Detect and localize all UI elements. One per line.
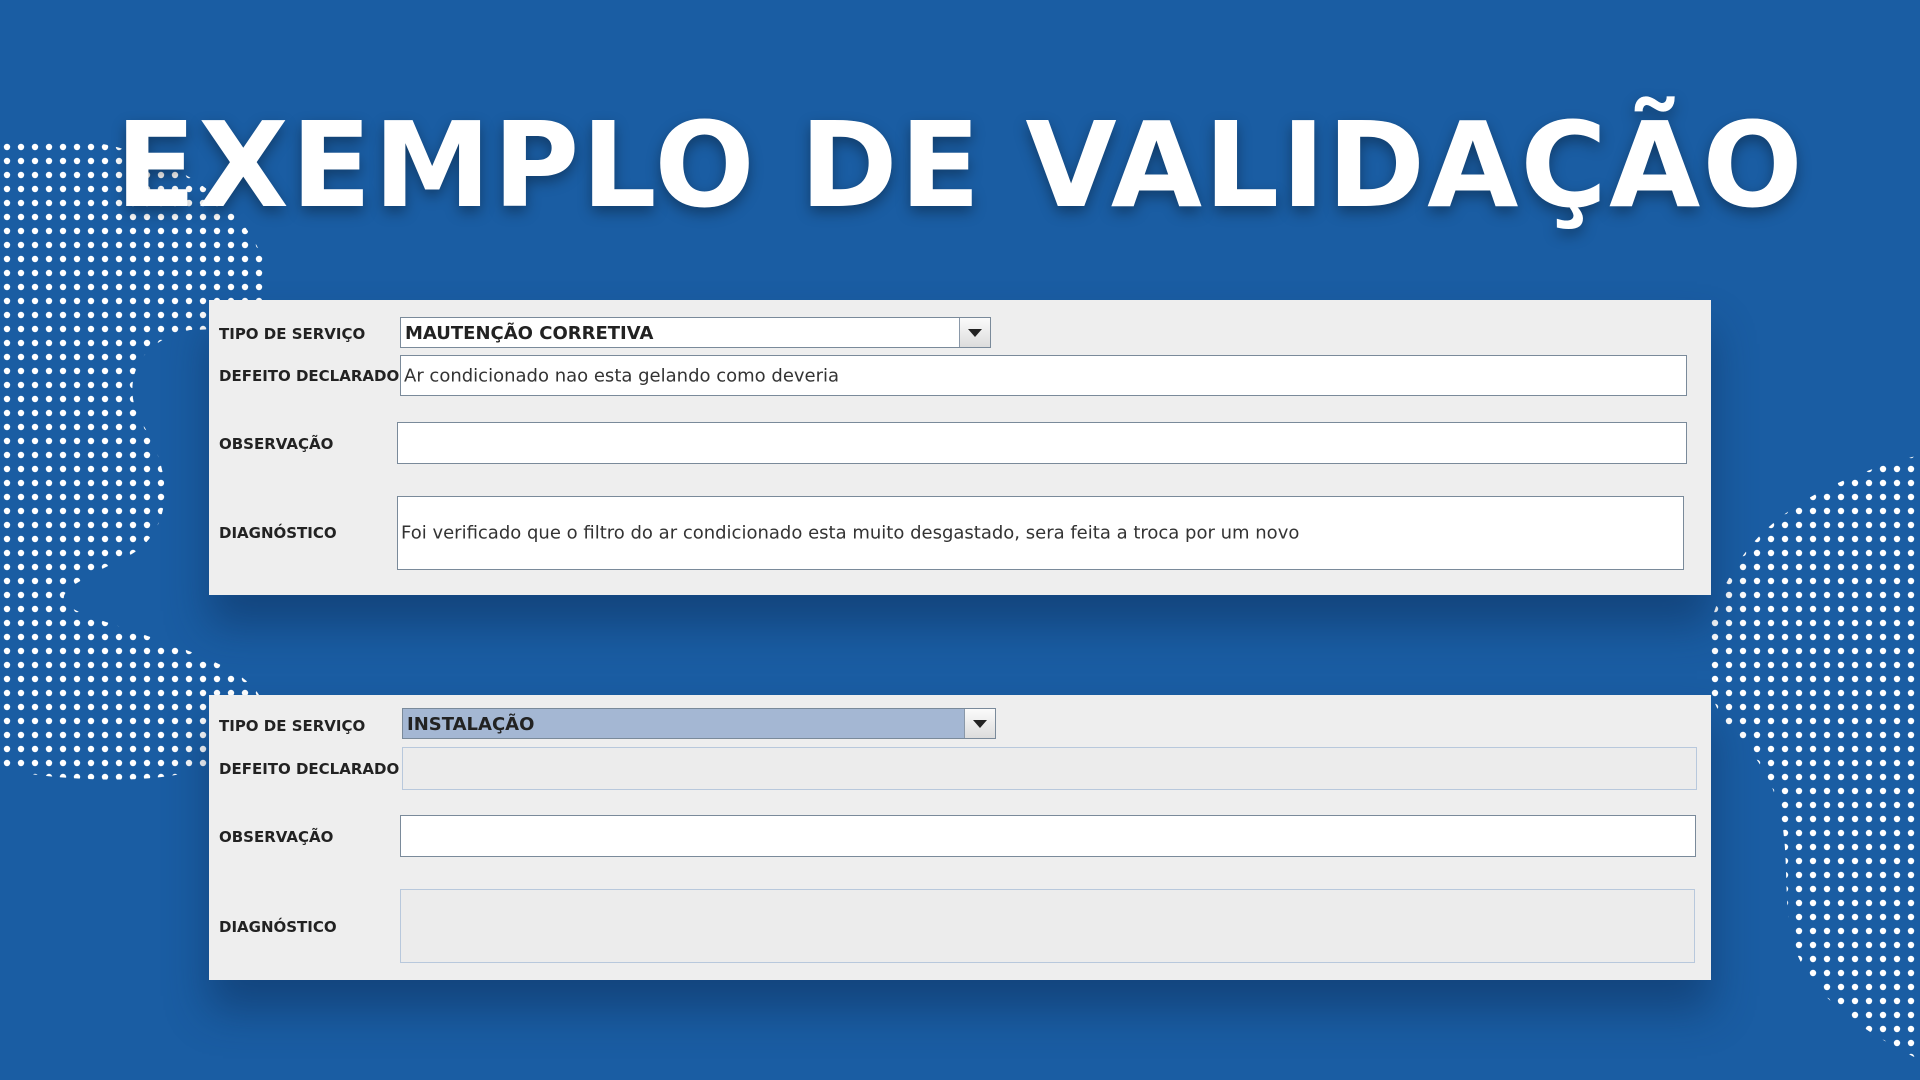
defeito-declarado-value: Ar condicionado nao esta gelando como de… (404, 365, 840, 386)
tipo-servico-combobox[interactable]: INSTALAÇÃO (402, 708, 996, 739)
defeito-declarado-field[interactable]: Ar condicionado nao esta gelando como de… (400, 355, 1687, 396)
tipo-servico-label: TIPO DE SERVIÇO (219, 717, 366, 735)
diagnostico-label: DIAGNÓSTICO (219, 524, 337, 542)
chevron-down-icon[interactable] (964, 709, 995, 738)
service-form-installation: TIPO DE SERVIÇO INSTALAÇÃO DEFEITO DECLA… (209, 695, 1711, 980)
observacao-label: OBSERVAÇÃO (219, 435, 334, 453)
diagnostico-label: DIAGNÓSTICO (219, 918, 337, 936)
diagnostico-field[interactable]: Foi verificado que o filtro do ar condic… (397, 496, 1684, 570)
tipo-servico-label: TIPO DE SERVIÇO (219, 325, 366, 343)
tipo-servico-value: MAUTENÇÃO CORRETIVA (405, 323, 654, 344)
defeito-declarado-label: DEFEITO DECLARADO (219, 367, 400, 385)
diagnostico-value: Foi verificado que o filtro do ar condic… (401, 522, 1300, 544)
diagnostico-field-disabled (400, 889, 1695, 963)
observacao-field[interactable] (400, 815, 1696, 857)
observacao-label: OBSERVAÇÃO (219, 828, 334, 846)
chevron-down-icon[interactable] (959, 318, 990, 347)
page-title: EXEMPLO DE VALIDAÇÃO (115, 96, 1805, 234)
service-form-filled: TIPO DE SERVIÇO MAUTENÇÃO CORRETIVA DEFE… (209, 300, 1711, 595)
tipo-servico-combobox[interactable]: MAUTENÇÃO CORRETIVA (400, 317, 991, 348)
tipo-servico-value: INSTALAÇÃO (407, 714, 535, 735)
defeito-declarado-field-disabled (402, 747, 1697, 790)
observacao-field[interactable] (397, 422, 1687, 464)
defeito-declarado-label: DEFEITO DECLARADO (219, 760, 400, 778)
